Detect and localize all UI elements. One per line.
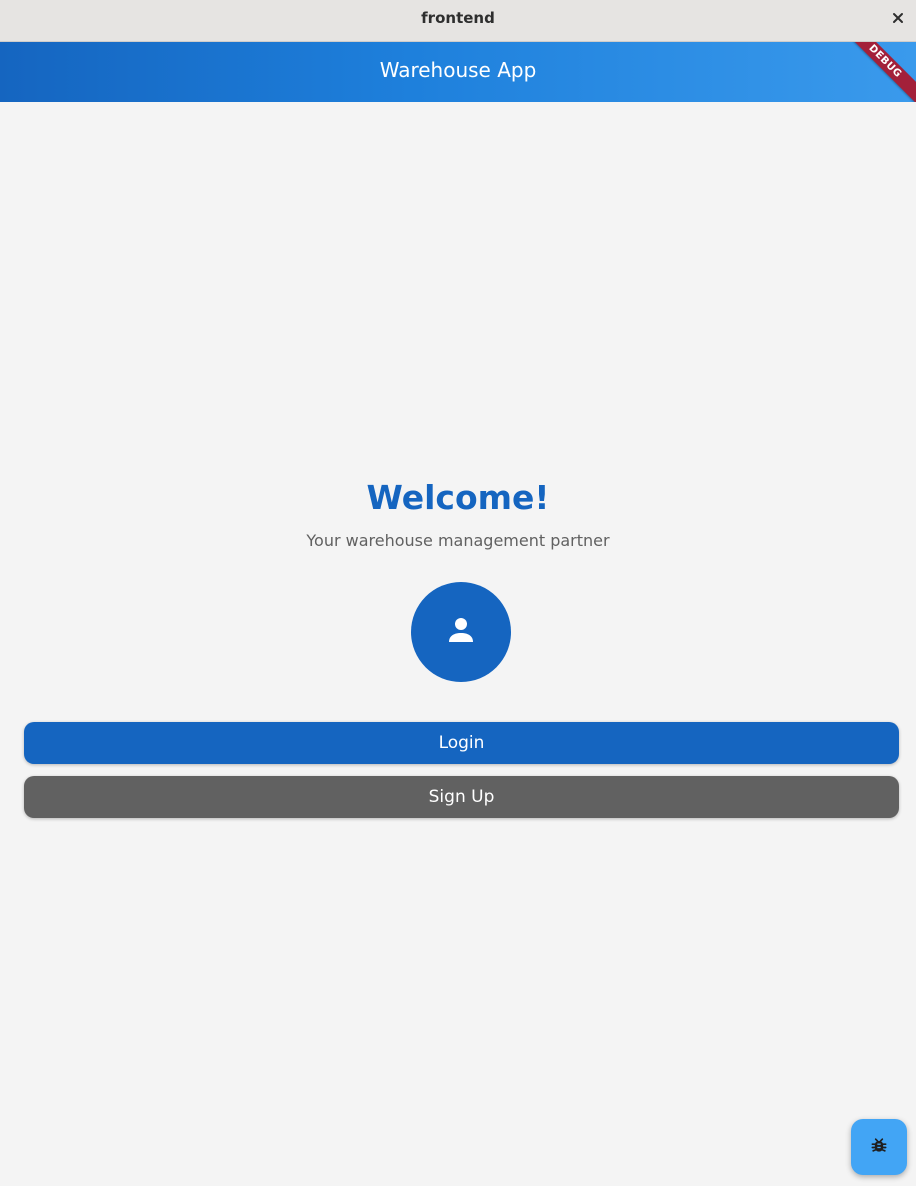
app-window: frontend Warehouse App DEBUG Welcome! Yo…: [0, 0, 916, 1186]
avatar: [411, 582, 511, 682]
app-bar-title: Warehouse App: [379, 58, 537, 82]
welcome-heading: Welcome!: [366, 478, 550, 517]
signup-button[interactable]: Sign Up: [24, 776, 899, 818]
debug-fab-button[interactable]: [851, 1119, 907, 1175]
bug-icon: [869, 1135, 889, 1159]
app-bar: Warehouse App DEBUG: [0, 42, 916, 102]
welcome-subtitle: Your warehouse management partner: [306, 531, 610, 550]
close-icon[interactable]: [888, 8, 908, 28]
login-button[interactable]: Login: [24, 722, 899, 764]
person-icon: [443, 612, 479, 652]
window-title: frontend: [421, 9, 495, 27]
window-titlebar: frontend: [0, 0, 916, 42]
